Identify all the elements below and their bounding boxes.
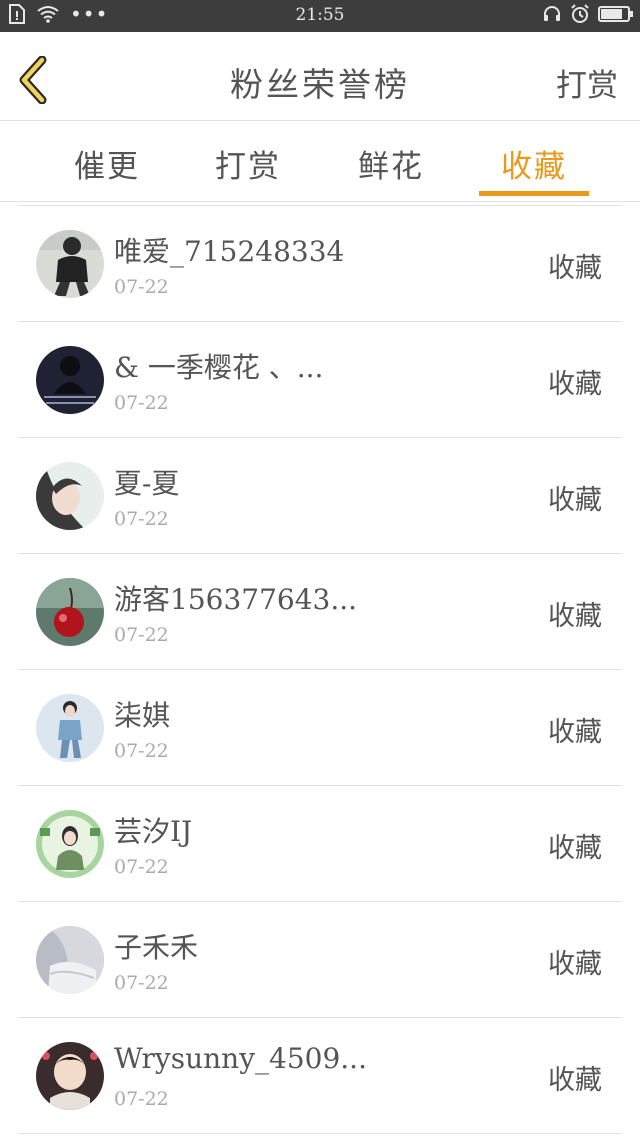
avatar [36, 230, 104, 298]
favorite-date: 07-22 [114, 624, 169, 646]
user-name: 子禾禾 [114, 931, 199, 964]
list-item[interactable]: 芸汐IJ 07-22 收藏 [18, 786, 622, 902]
user-name: 芸汐IJ [114, 815, 193, 848]
avatar [36, 1042, 104, 1110]
active-tab-indicator [479, 191, 589, 196]
row-action-label: 收藏 [548, 949, 602, 980]
list-item[interactable]: & 一季樱花 、... 07-22 收藏 [18, 322, 622, 438]
avatar [36, 926, 104, 994]
alarm-icon [571, 4, 589, 23]
fan-list: 唯爱_715248334 07-22 收藏 & 一季樱花 、... 07-22 … [18, 205, 622, 1134]
page-title: 粉丝荣誉榜 [230, 65, 410, 104]
user-name: & 一季樱花 、... [114, 351, 324, 384]
tab-reward[interactable]: 打赏 [203, 141, 293, 186]
favorite-date: 07-22 [114, 392, 169, 414]
tab-favorites[interactable]: 收藏 [479, 141, 589, 196]
list-item[interactable]: 游客156377643... 07-22 收藏 [18, 554, 622, 670]
tab-flowers[interactable]: 鲜花 [346, 141, 436, 186]
list-item[interactable]: 子禾禾 07-22 收藏 [18, 902, 622, 1018]
row-action-label: 收藏 [548, 717, 602, 748]
tab-urge[interactable]: 催更 [62, 141, 152, 186]
avatar [36, 694, 104, 762]
list-item[interactable]: 夏-夏 07-22 收藏 [18, 438, 622, 554]
list-item[interactable]: 唯爱_715248334 07-22 收藏 [18, 206, 622, 322]
reward-button[interactable]: 打赏 [556, 60, 618, 105]
status-bar: ••• 21:55 [0, 0, 640, 32]
list-item[interactable]: 柒娸 07-22 收藏 [18, 670, 622, 786]
status-icons-right [542, 4, 633, 24]
favorite-date: 07-22 [114, 508, 169, 530]
user-name: Wrysunny_4509... [114, 1042, 367, 1075]
list-item[interactable]: Wrysunny_4509... 07-22 收藏 [18, 1018, 622, 1134]
row-action-label: 收藏 [548, 833, 602, 864]
avatar [36, 578, 104, 646]
user-name: 夏-夏 [114, 467, 180, 500]
battery-icon [598, 6, 633, 22]
favorite-date: 07-22 [114, 1088, 169, 1110]
row-action-label: 收藏 [548, 253, 602, 284]
row-action-label: 收藏 [548, 601, 602, 632]
favorite-date: 07-22 [114, 856, 169, 878]
row-action-label: 收藏 [548, 485, 602, 516]
favorite-date: 07-22 [114, 276, 169, 298]
avatar [36, 346, 104, 414]
avatar [36, 462, 104, 530]
row-action-label: 收藏 [548, 369, 602, 400]
tab-bar: 催更 打赏 鲜花 收藏 [0, 121, 640, 202]
battery-level [601, 9, 622, 19]
favorite-date: 07-22 [114, 740, 169, 762]
tab-favorites-label: 收藏 [501, 149, 567, 185]
user-name: 游客156377643... [114, 583, 358, 616]
row-action-label: 收藏 [548, 1065, 602, 1096]
favorite-date: 07-22 [114, 972, 169, 994]
headset-icon [544, 6, 560, 21]
app-header: 粉丝荣誉榜 打赏 [0, 32, 640, 121]
avatar [36, 810, 104, 878]
user-name: 柒娸 [114, 699, 171, 732]
user-name: 唯爱_715248334 [114, 235, 345, 268]
